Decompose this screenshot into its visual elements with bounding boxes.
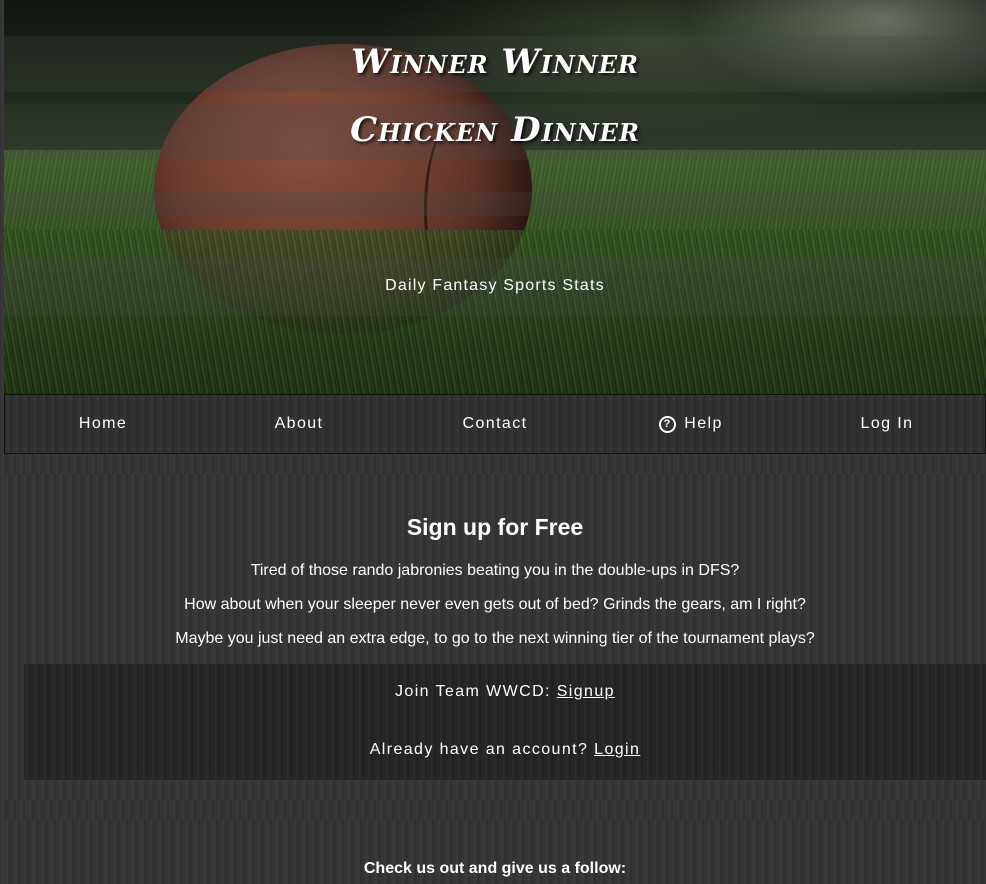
nav-contact-label: Contact (462, 415, 528, 432)
signup-panel: Sign up for Free Tired of those rando ja… (4, 474, 986, 800)
site-title-line-1: Winner Winner (351, 42, 639, 82)
pitch-line-3: Maybe you just need an extra edge, to go… (175, 630, 815, 647)
account-text: Already have an account? (369, 741, 595, 758)
site-title-line-2: Chicken Dinner (350, 110, 640, 150)
pitch-line-1: Tired of those rando jabronies beating y… (250, 562, 740, 579)
signup-link[interactable]: Signup (557, 683, 615, 700)
nav-about-label: About (274, 415, 324, 432)
site-tagline: Daily Fantasy Sports Stats (385, 277, 605, 294)
nav-help[interactable]: ? Help (593, 395, 789, 453)
nav-about[interactable]: About (201, 395, 397, 453)
nav-home[interactable]: Home (5, 395, 201, 453)
follow-heading: Check us out and give us a follow: (363, 860, 627, 877)
nav-login[interactable]: Log In (789, 395, 985, 453)
hero-banner: Winner Winner Chicken Dinner Daily Fanta… (4, 0, 986, 394)
signup-heading: Sign up for Free (406, 514, 584, 540)
join-row: Join Team WWCD: Signup (24, 683, 986, 701)
login-link[interactable]: Login (594, 741, 640, 758)
nav-help-label: Help (684, 415, 723, 432)
follow-panel: Check us out and give us a follow: (4, 820, 986, 884)
main-nav: Home About Contact ? Help Log In (4, 394, 986, 454)
join-text: Join Team WWCD: (395, 683, 557, 700)
pitch-line-2: How about when your sleeper never even g… (184, 596, 806, 613)
nav-home-label: Home (78, 415, 128, 432)
nav-contact[interactable]: Contact (397, 395, 593, 453)
account-row: Already have an account? Login (24, 741, 986, 759)
hero-band-3 (4, 192, 986, 216)
signup-box: Join Team WWCD: Signup Already have an a… (24, 664, 986, 780)
question-circle-icon: ? (659, 415, 677, 433)
nav-login-label: Log In (860, 415, 914, 432)
